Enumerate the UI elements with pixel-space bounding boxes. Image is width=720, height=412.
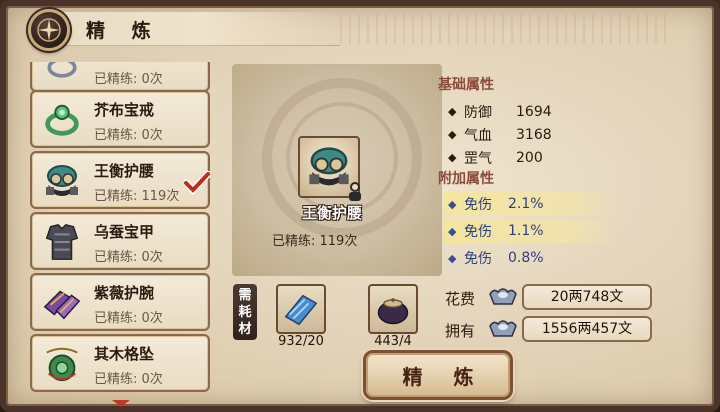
item-name: 其木格坠 [94, 345, 155, 363]
character-badge-icon [349, 182, 361, 201]
item-name: 紫薇护腕 [94, 284, 155, 302]
refine-count: 已精练: 0次 [94, 128, 163, 143]
material-count: 932/20 [278, 334, 324, 349]
back-button[interactable] [28, 9, 70, 51]
refine-count: 已精练: 0次 [94, 372, 163, 387]
attribute-row: ◆ 罡气 200 [448, 149, 543, 167]
list-item[interactable]: 其木格坠 已精练: 0次 [30, 334, 210, 392]
materials-tag: 需 耗 材 [233, 284, 257, 340]
ring-icon [40, 98, 84, 142]
pendant-icon [40, 342, 84, 386]
refine-count: 已精练: 119次 [94, 189, 180, 204]
checkmark-icon [184, 171, 210, 195]
belt-icon [40, 159, 84, 203]
base-attributes: 基础属性 ◆ 防御 1694 ◆ 气血 3168 ◆ 罡气 200 [438, 74, 658, 169]
bracer-icon [40, 281, 84, 325]
silver-ingot-icon [489, 288, 517, 305]
diamond-icon: ◆ [448, 128, 457, 141]
clay-pot-icon [377, 298, 409, 325]
header-decoration [340, 14, 670, 44]
cost-label: 花费 [445, 290, 476, 308]
blue-cloth-icon [284, 294, 318, 326]
header-band [40, 12, 340, 46]
refine-count: 已精练: 0次 [94, 311, 163, 326]
page-title: 精 炼 [86, 20, 161, 42]
extra-attribute-row: ◆ 免伤 1.1% [444, 219, 618, 243]
diamond-icon: ◆ [448, 151, 457, 164]
list-item[interactable]: 乌蚕宝甲 已精练: 0次 [30, 212, 210, 270]
list-item[interactable]: 芥布宝戒 已精练: 0次 [30, 90, 210, 148]
selected-equipment-name: 王衡护腰 [301, 204, 362, 222]
item-name: 芥布宝戒 [94, 101, 155, 119]
refine-count: 已精练: 0次 [94, 72, 163, 87]
extra-attribute-row: ◆ 免伤 0.8% [448, 250, 544, 267]
refine-count: 已精练: 0次 [94, 250, 163, 265]
extra-attributes-title: 附加属性 [438, 171, 494, 187]
owned-value: 1556两457文 [522, 316, 652, 342]
diamond-icon: ◆ [448, 197, 457, 211]
attribute-row: ◆ 防御 1694 [448, 103, 552, 121]
material-slot[interactable] [276, 284, 326, 334]
armor-icon [40, 220, 84, 264]
extra-attribute-row: ◆ 免伤 2.1% [444, 192, 618, 216]
selected-equipment-count: 已精练: 119次 [272, 234, 358, 249]
scroll-down-indicator[interactable] [110, 398, 132, 408]
diamond-icon: ◆ [448, 224, 457, 238]
base-attributes-title: 基础属性 [438, 77, 494, 93]
compass-icon [37, 18, 61, 42]
extra-attributes: 附加属性 ◆ 免伤 2.1% ◆ 免伤 1.1% ◆ 免伤 0.8% [438, 168, 658, 273]
owned-label: 拥有 [445, 322, 476, 340]
item-name: 王衡护腰 [94, 162, 155, 180]
list-item-selected[interactable]: 王衡护腰 已精练: 119次 [30, 151, 210, 209]
diamond-icon: ◆ [448, 105, 457, 118]
header: 精 炼 [0, 0, 720, 56]
refine-button[interactable]: 精 炼 [363, 350, 513, 400]
material-slot[interactable] [368, 284, 418, 334]
material-count: 443/4 [374, 334, 412, 349]
diamond-icon: ◆ [448, 251, 457, 265]
attribute-row: ◆ 气血 3168 [448, 126, 552, 144]
item-name: 乌蚕宝甲 [94, 223, 155, 241]
cost-value: 20两748文 [522, 284, 652, 310]
silver-ingot-icon [489, 320, 517, 337]
ring-icon [40, 62, 84, 86]
equipment-list[interactable]: 已精练: 0次 芥布宝戒 已精练: 0次 王衡护腰 已精练: 119次 乌蚕宝甲… [30, 62, 214, 398]
list-item[interactable]: 已精练: 0次 [30, 62, 210, 92]
list-item[interactable]: 紫薇护腕 已精练: 0次 [30, 273, 210, 331]
